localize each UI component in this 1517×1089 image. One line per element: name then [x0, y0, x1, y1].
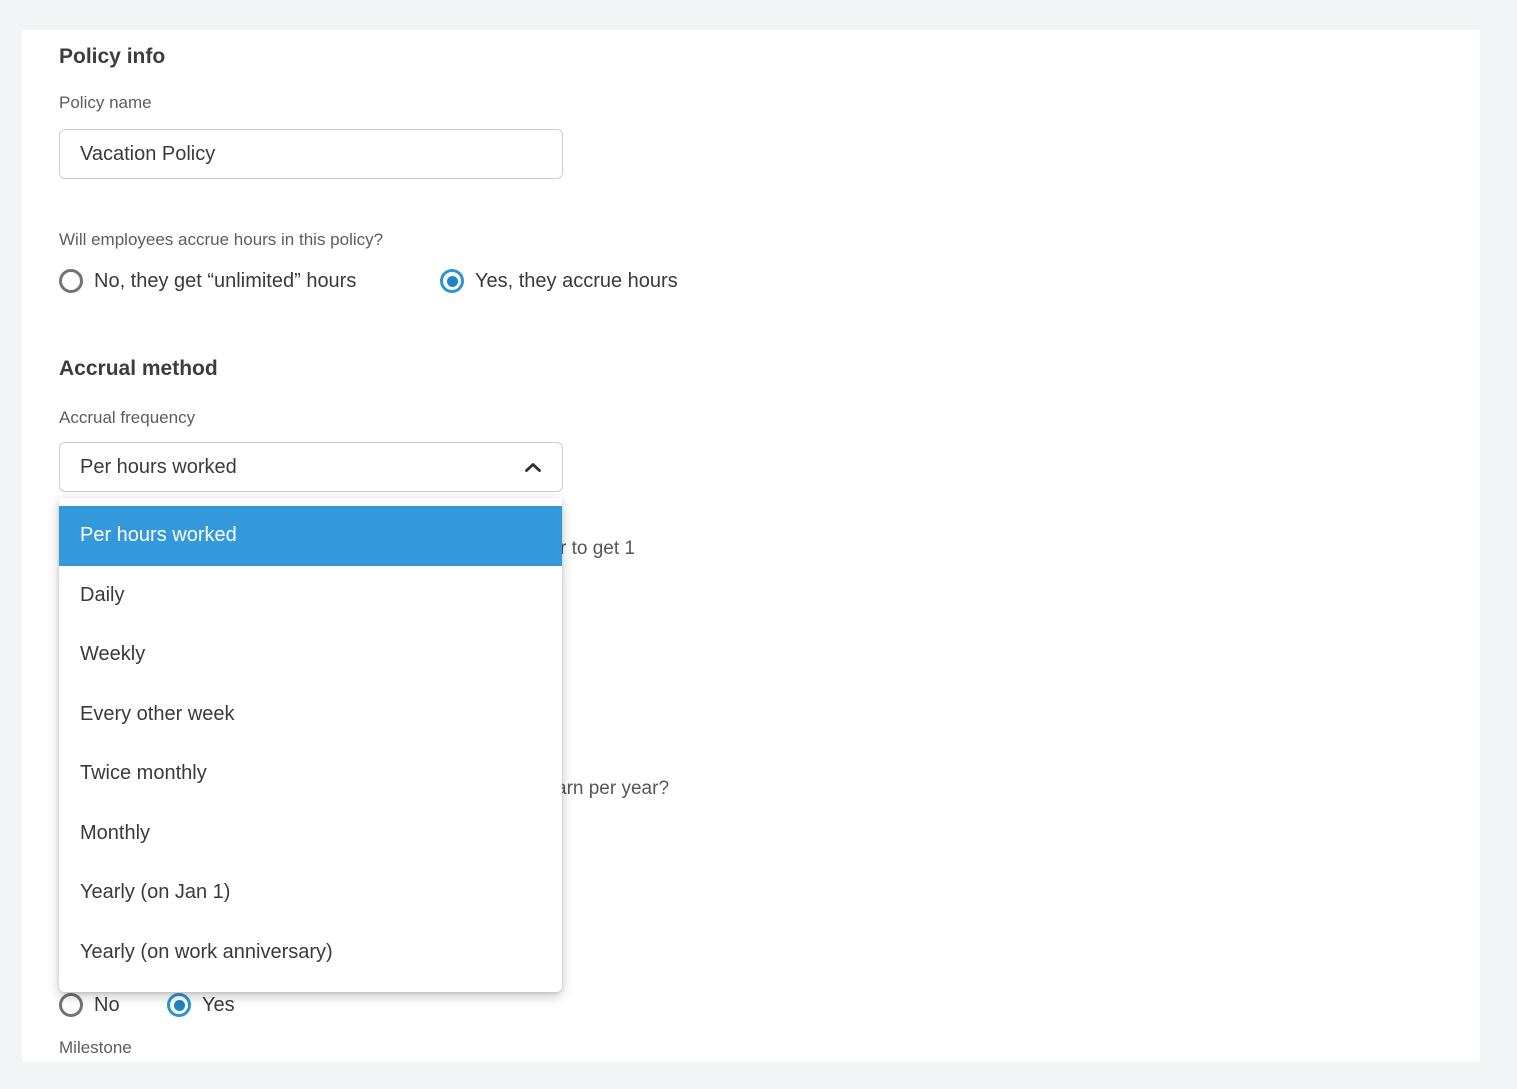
accrual-frequency-dropdown: Per hours worked Daily Weekly Every othe… [59, 498, 562, 992]
radio-option-label: No, they get “unlimited” hours [94, 270, 356, 293]
radio-option-label: No [94, 994, 120, 1017]
obscured-text-fragment-1: r to get 1 [560, 538, 635, 560]
dropdown-option-twice-monthly[interactable]: Twice monthly [59, 744, 562, 804]
policy-name-label: Policy name [59, 93, 152, 113]
accrue-question-label: Will employees accrue hours in this poli… [59, 230, 383, 250]
accrual-method-heading: Accrual method [59, 357, 218, 381]
dropdown-option-yearly-jan-1[interactable]: Yearly (on Jan 1) [59, 863, 562, 923]
radio-option-accrue-hours[interactable]: Yes, they accrue hours [440, 269, 678, 293]
radio-unselected-icon [59, 269, 83, 293]
radio-option-yes[interactable]: Yes [167, 993, 235, 1017]
radio-option-label: Yes, they accrue hours [475, 270, 678, 293]
dropdown-option-weekly[interactable]: Weekly [59, 625, 562, 685]
policy-form-screen: Policy info Policy name Will employees a… [0, 0, 1517, 1089]
policy-name-input[interactable] [59, 129, 563, 179]
policy-info-heading: Policy info [59, 45, 165, 69]
dropdown-option-monthly[interactable]: Monthly [59, 804, 562, 864]
policy-form-card: Policy info Policy name Will employees a… [22, 30, 1480, 1062]
dropdown-option-yearly-work-anniversary[interactable]: Yearly (on work anniversary) [59, 923, 562, 983]
chevron-up-icon [524, 462, 542, 473]
dropdown-option-every-other-week[interactable]: Every other week [59, 685, 562, 745]
obscured-text-fragment-2: arn per year? [556, 778, 669, 800]
dropdown-option-daily[interactable]: Daily [59, 566, 562, 626]
accrual-frequency-select[interactable]: Per hours worked [59, 442, 563, 492]
radio-selected-icon [440, 269, 464, 293]
dropdown-option-per-hours-worked[interactable]: Per hours worked [59, 506, 562, 566]
radio-selected-icon [167, 993, 191, 1017]
radio-option-label: Yes [202, 994, 235, 1017]
radio-option-unlimited-hours[interactable]: No, they get “unlimited” hours [59, 269, 356, 293]
accrual-frequency-label: Accrual frequency [59, 408, 195, 428]
radio-unselected-icon [59, 993, 83, 1017]
select-value: Per hours worked [80, 456, 237, 479]
radio-option-no[interactable]: No [59, 993, 120, 1017]
milestone-label: Milestone [59, 1038, 132, 1058]
